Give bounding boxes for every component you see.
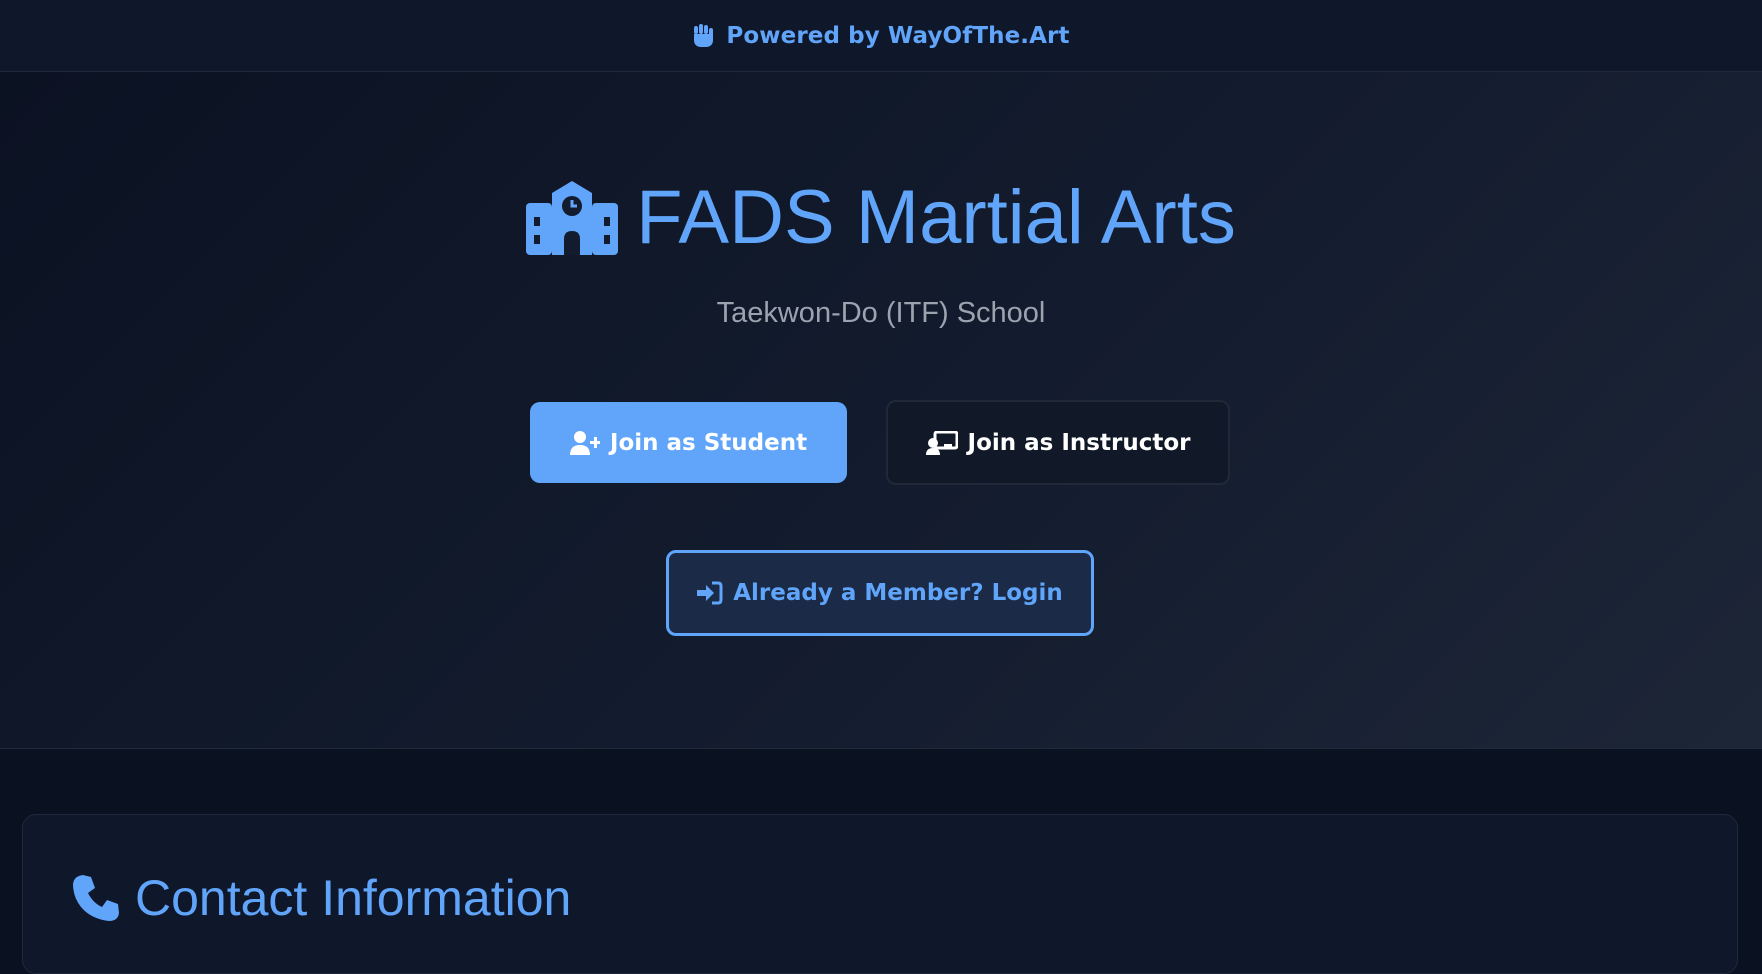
join-as-student-label: Join as Student — [609, 429, 808, 456]
page-title: FADS Martial Arts — [636, 175, 1236, 260]
contact-title-row: Contact Information — [71, 869, 571, 927]
sign-in-icon — [697, 581, 723, 605]
school-title-row: FADS Martial Arts — [0, 180, 1762, 256]
hero-section: FADS Martial Arts Taekwon-Do (ITF) Schoo… — [0, 72, 1762, 749]
top-bar: Powered by WayOfThe.Art — [0, 0, 1762, 72]
join-as-instructor-button[interactable]: Join as Instructor — [886, 400, 1230, 485]
page-subtitle: Taekwon-Do (ITF) School — [716, 297, 1046, 329]
powered-by-link[interactable]: Powered by WayOfThe.Art — [726, 23, 1069, 49]
join-as-instructor-label: Join as Instructor — [967, 429, 1191, 456]
join-as-student-button[interactable]: Join as Student — [530, 402, 847, 483]
login-label: Already a Member? Login — [733, 580, 1063, 606]
chalkboard-user-icon — [925, 430, 958, 455]
contact-information-card: Contact Information — [22, 814, 1738, 974]
contact-title: Contact Information — [135, 870, 572, 926]
login-button[interactable]: Already a Member? Login — [666, 550, 1094, 636]
fist-icon — [692, 23, 714, 48]
user-plus-icon — [569, 430, 600, 455]
phone-icon — [71, 873, 121, 923]
school-icon — [526, 181, 619, 255]
